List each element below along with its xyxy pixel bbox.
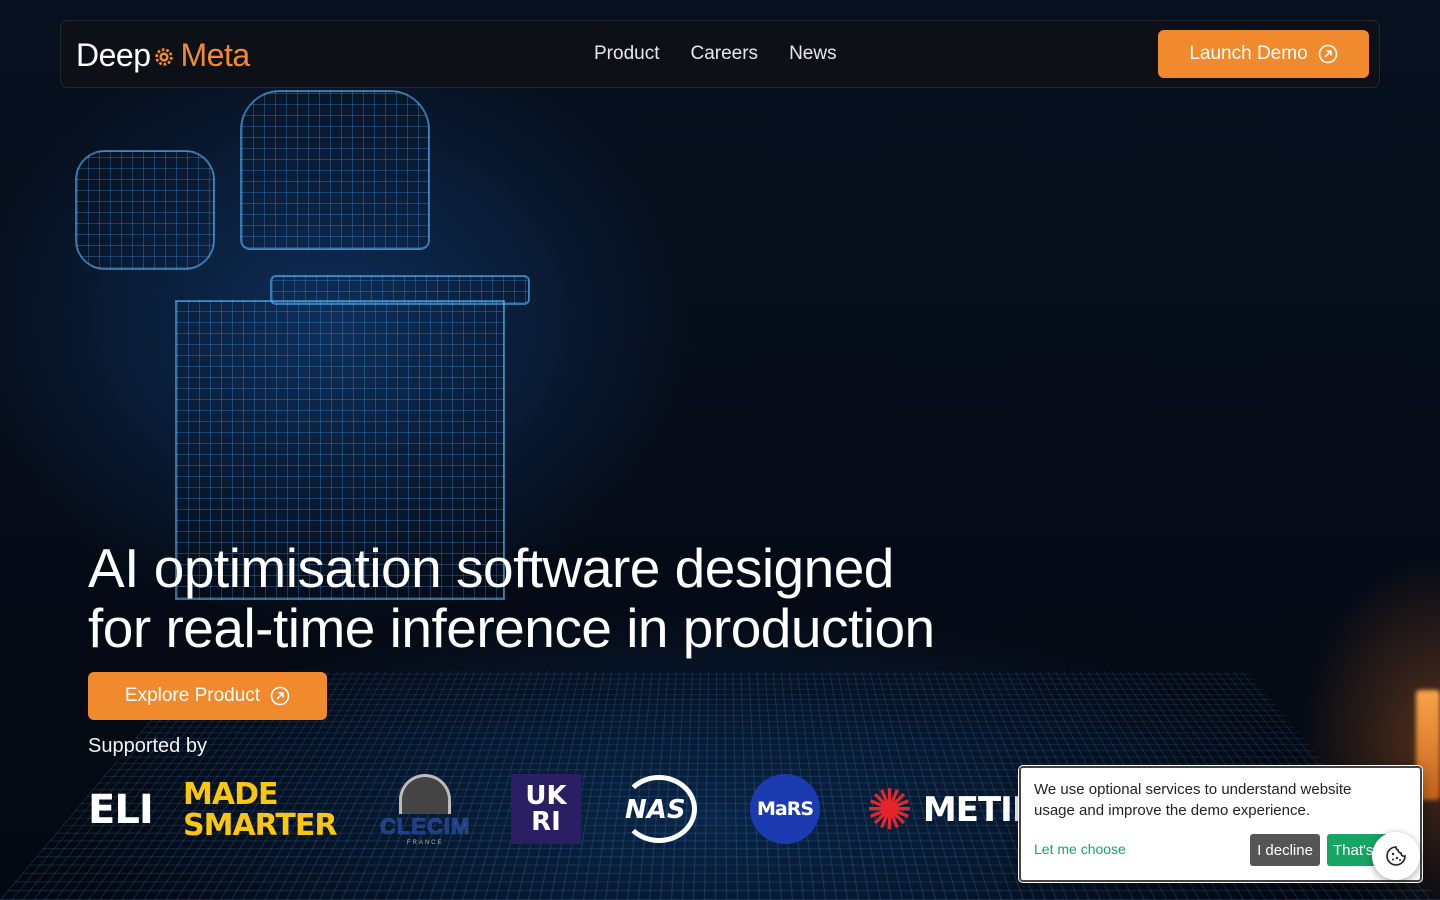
made-smarter-line2: SMARTER (183, 810, 337, 841)
metin-star-icon: ✺ (866, 782, 913, 838)
partner-logos: ELI MADE SMARTER CLECIM FRANCE UK RI NAS… (88, 770, 1018, 850)
ukri-line2: RI (531, 807, 561, 837)
explore-product-label: Explore Product (125, 685, 260, 707)
ukri-logo-text: UK RI (525, 783, 566, 835)
cookie-icon (1385, 845, 1407, 867)
explore-product-button[interactable]: Explore Product (88, 672, 327, 720)
cookie-message: We use optional services to understand w… (1034, 779, 1394, 821)
mars-logo-text: MaRS (757, 798, 813, 820)
nasa-logo: NAS (625, 770, 686, 850)
logo-meta-text: Meta (181, 37, 250, 74)
supported-by-label: Supported by (88, 735, 207, 758)
wireframe-tower-left (75, 150, 215, 270)
mars-logo: MaRS (750, 774, 820, 844)
nav-careers[interactable]: Careers (690, 43, 758, 65)
nav-news[interactable]: News (789, 43, 837, 65)
nav-product[interactable]: Product (594, 43, 659, 65)
decline-button[interactable]: I decline (1250, 834, 1320, 866)
arrow-up-right-circle-icon (270, 686, 290, 706)
metin-logo-text: METIN (923, 790, 1018, 830)
launch-demo-label: Launch Demo (1189, 43, 1307, 65)
nasa-ring-icon (621, 775, 697, 843)
made-smarter-logo: MADE SMARTER (183, 770, 337, 850)
clecim-emblem-icon (399, 774, 451, 814)
made-smarter-line1: MADE (183, 779, 277, 810)
wireframe-platform (270, 275, 530, 305)
cookie-consent-banner: We use optional services to understand w… (1019, 766, 1422, 882)
hero-background-image (0, 0, 1440, 900)
eli-logo-text: ELI (88, 787, 153, 833)
hero-headline: AI optimisation software designed for re… (88, 538, 1088, 658)
hero-headline-line1: AI optimisation software designed (88, 537, 894, 599)
eli-logo: ELI (88, 770, 153, 850)
logo[interactable]: Deep Meta (76, 35, 250, 75)
hero-headline-line2: for real-time inference in production (88, 597, 935, 659)
navbar: Deep Meta Product Careers News Launch De… (60, 20, 1380, 88)
nav-links: Product Careers News (594, 43, 837, 65)
metin-logo: ✺ METIN (866, 770, 1018, 850)
ukri-logo: UK RI (511, 774, 581, 844)
cookie-settings-button[interactable] (1372, 832, 1420, 880)
launch-demo-button[interactable]: Launch Demo (1158, 30, 1369, 78)
arrow-up-right-circle-icon (1318, 44, 1338, 64)
clecim-logo-text: CLECIM (380, 814, 470, 840)
let-me-choose-link[interactable]: Let me choose (1034, 841, 1126, 857)
logo-deep-text: Deep (76, 37, 151, 74)
wireframe-tower-top (240, 90, 430, 250)
clecim-logo-subtext: FRANCE (407, 840, 444, 846)
gear-icon (153, 46, 175, 68)
clecim-logo: CLECIM FRANCE (380, 770, 470, 850)
